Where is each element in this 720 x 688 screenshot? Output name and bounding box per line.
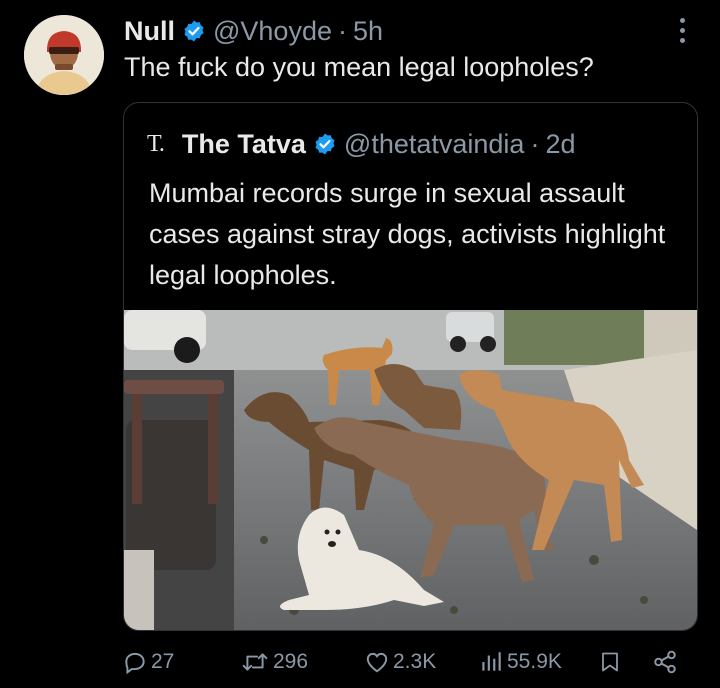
author-name[interactable]: Null <box>124 16 175 47</box>
retweet-icon <box>242 653 268 671</box>
share-icon <box>654 650 676 674</box>
quoted-avatar-logo[interactable]: T. <box>147 131 165 158</box>
reply-button[interactable]: 27 <box>122 642 174 682</box>
like-button[interactable]: 2.3K <box>364 642 436 682</box>
like-count: 2.3K <box>393 650 437 673</box>
quoted-author-name[interactable]: The Tatva <box>182 129 306 160</box>
quoted-photo[interactable] <box>124 310 697 630</box>
tweet-time[interactable]: 5h <box>353 16 383 47</box>
author-handle[interactable]: @Vhoyde <box>213 16 332 47</box>
quoted-tweet[interactable]: T. The Tatva @thetatvaindia · 2d Mumbai … <box>123 102 698 631</box>
share-button[interactable] <box>652 642 681 682</box>
separator-dot: · <box>530 128 540 159</box>
reply-count: 27 <box>151 650 175 673</box>
quoted-text: Mumbai records surge in sexual assault c… <box>149 178 666 290</box>
views-icon <box>482 652 501 671</box>
verified-badge-icon <box>182 19 206 43</box>
separator-dot: · <box>337 15 347 46</box>
quoted-time[interactable]: 2d <box>545 129 575 160</box>
bookmark-button[interactable] <box>598 642 625 682</box>
retweet-button[interactable]: 296 <box>240 642 308 682</box>
quoted-author-handle[interactable]: @thetatvaindia <box>344 129 525 160</box>
views-button[interactable]: 55.9K <box>478 642 562 682</box>
avatar[interactable] <box>24 15 104 95</box>
view-count: 55.9K <box>507 650 562 673</box>
reply-icon <box>125 652 145 675</box>
more-icon[interactable] <box>680 18 686 46</box>
retweet-count: 296 <box>273 650 309 673</box>
quoted-header: T. The Tatva @thetatvaindia · 2d <box>147 127 576 161</box>
verified-badge-icon <box>313 132 337 156</box>
tweet-text: The fuck do you mean legal loopholes? <box>124 52 594 82</box>
like-icon <box>366 652 388 673</box>
bookmark-icon <box>602 652 618 672</box>
tweet-header: Null @Vhoyde · 5h <box>124 14 680 48</box>
action-bar: 27 296 2.3K 55.9K <box>0 642 720 682</box>
